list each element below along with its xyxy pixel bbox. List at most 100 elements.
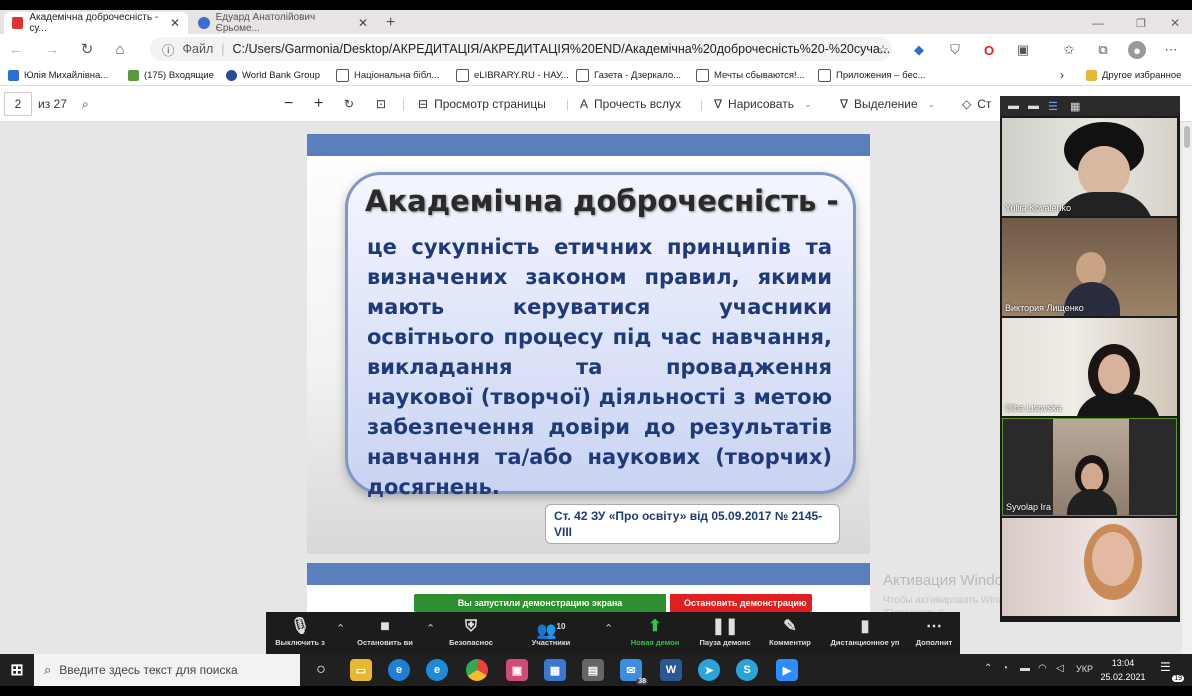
speaker-view-icon[interactable]: ▬ [1028, 100, 1039, 112]
participant-video[interactable]: Yuliia Kovalenko [1002, 118, 1177, 216]
sharing-status: Вы запустили демонстрацию экрана [414, 594, 666, 612]
more-menu-icon[interactable]: ⋯ [1162, 41, 1180, 59]
search-icon[interactable]: ⌕ [82, 95, 89, 113]
bookmark-item[interactable]: World Bank Group [226, 67, 320, 83]
bookmarks-overflow-icon[interactable]: › [1060, 67, 1064, 83]
annotate-button[interactable]: ✎ Комментир [760, 616, 820, 652]
minimize-icon[interactable]: — [1084, 12, 1108, 34]
slide-header-stripe [307, 134, 870, 156]
notifications-icon[interactable]: ☰ 19 [1160, 660, 1184, 682]
more-button[interactable]: ⋯ Дополнит [910, 616, 958, 652]
favorites-icon[interactable]: ✩ [1060, 41, 1078, 59]
participant-video[interactable]: Olha Lisovska [1002, 318, 1177, 416]
tab-title: Академічна доброчесність - су... [29, 12, 159, 34]
chevron-up-icon[interactable]: ⌃ [426, 622, 435, 635]
file-explorer-icon[interactable]: ▭ [350, 659, 372, 681]
read-aloud-button[interactable]: A Прочесть вслух [580, 95, 681, 113]
rotate-icon[interactable]: ↻ [344, 95, 354, 113]
task-view-icon[interactable]: ○ [310, 659, 332, 681]
remote-control-icon: ▮ [860, 618, 870, 635]
erase-button[interactable]: ◇ Ст [962, 95, 991, 113]
zoom-icon[interactable]: ▶ [776, 659, 798, 681]
calendar-icon[interactable]: ▦ [544, 659, 566, 681]
windows-start-icon[interactable]: ⊞ [6, 659, 28, 681]
participant-video[interactable]: Виктория Лищенко [1002, 218, 1177, 316]
participant-video[interactable]: Syvolap Ira [1002, 418, 1177, 516]
chrome-icon[interactable] [466, 659, 488, 681]
network-icon[interactable]: ◔ [1002, 663, 1008, 674]
close-icon[interactable]: ✕ [358, 16, 368, 30]
mute-button[interactable]: 🎙 Выключить з [270, 616, 330, 652]
pause-share-button[interactable]: ❚❚ Пауза демонс [692, 616, 758, 652]
page-number-input[interactable]: 2 [4, 92, 32, 116]
word-icon[interactable]: W [660, 659, 682, 681]
opera-icon[interactable]: O [980, 41, 998, 59]
url-field[interactable]: ⓘ Файл | C:/Users/Garmonia/Desktop/АКРЕД… [150, 37, 892, 61]
zoom-out-icon[interactable]: − [284, 95, 293, 113]
clock[interactable]: 13:04 25.02.2021 [1098, 656, 1148, 684]
participants-button[interactable]: 👥10 Участники [516, 616, 586, 652]
share-banner: Вы запустили демонстрацию экрана Останов… [414, 594, 814, 614]
close-icon[interactable]: ✕ [170, 16, 180, 30]
participant-video[interactable] [1002, 518, 1177, 616]
shield-extension-icon[interactable]: ⛉ [946, 41, 964, 59]
draw-button[interactable]: ∇ Нарисовать ⌄ [714, 95, 812, 113]
chevron-up-icon[interactable]: ⌃ [604, 622, 613, 635]
bookmark-item[interactable]: Приложения – бес... [818, 67, 925, 83]
minimize-icon[interactable]: ▬ [1008, 100, 1019, 112]
mail-icon[interactable]: ✉ 38 [620, 659, 648, 685]
bookmark-item[interactable]: Національна бібл... [336, 67, 439, 83]
collections-icon[interactable]: ⧉ [1094, 41, 1112, 59]
home-icon[interactable]: ⌂ [110, 40, 130, 58]
reload-icon[interactable]: ↻ [77, 40, 97, 58]
new-tab-button[interactable]: + [378, 12, 400, 34]
fit-page-icon[interactable]: ⊡ [376, 95, 386, 113]
stop-video-button[interactable]: ■ Остановить ви [350, 616, 420, 652]
volume-icon[interactable]: ◁ [1056, 663, 1064, 674]
reader-icon[interactable]: ▣ [1014, 41, 1032, 59]
stop-share-button[interactable]: Остановить демонстрацию [670, 594, 812, 612]
taskbar-search[interactable]: ⌕ Введите здесь текст для поиска [34, 654, 300, 686]
extension-icon[interactable]: ◆ [910, 41, 928, 59]
bookmark-folder-other[interactable]: Другое избранное [1086, 67, 1181, 83]
profile-avatar-icon[interactable]: ● [1128, 41, 1146, 59]
tab-title: Едуард Анатолійович Єрьоме... [215, 12, 316, 34]
bookmark-item[interactable]: Юлія Михайлівна... [8, 67, 108, 83]
battery-icon[interactable]: ▬ [1020, 663, 1030, 674]
gallery-view-icon[interactable]: ▦ [1070, 100, 1080, 113]
security-button[interactable]: ⛨ Безопаснос [438, 616, 504, 652]
scrollbar[interactable] [1182, 122, 1192, 654]
tab-pdf[interactable]: Академічна доброчесність - су... ✕ [4, 12, 188, 34]
tab-profile[interactable]: Едуард Анатолійович Єрьоме... ✕ [190, 12, 376, 34]
window-close-icon[interactable]: ✕ [1162, 12, 1186, 34]
page-view-button[interactable]: ⊟ Просмотр страницы [418, 95, 546, 113]
list-view-icon[interactable]: ☰ [1048, 100, 1058, 113]
skype-icon[interactable]: S [736, 659, 758, 681]
bookmark-item[interactable]: eLIBRARY.RU - НАУ... [456, 67, 569, 83]
chevron-down-icon[interactable]: ⌄ [1084, 604, 1094, 618]
forward-icon[interactable]: → [42, 40, 62, 58]
edge-icon[interactable]: e [388, 659, 410, 681]
remote-control-button[interactable]: ▮ Дистанционное уп [822, 616, 908, 652]
wifi-icon[interactable]: ◠ [1038, 663, 1047, 674]
slide-title: Академічна доброчесність - [365, 184, 839, 218]
zoom-in-icon[interactable]: + [314, 95, 323, 113]
bookmark-item[interactable]: Мечты сбываются!... [696, 67, 805, 83]
scrollbar-thumb[interactable] [1184, 126, 1190, 148]
notification-count: 19 [1172, 675, 1184, 682]
restore-icon[interactable]: ❐ [1128, 12, 1152, 34]
ie-icon[interactable]: e [426, 659, 448, 681]
bookmark-item[interactable]: Газета - Дзеркало... [576, 67, 681, 83]
language-indicator[interactable]: УКР [1076, 664, 1093, 674]
highlight-button[interactable]: ∇ Выделение ⌄ [840, 95, 935, 113]
back-icon[interactable]: ← [6, 40, 26, 58]
chevron-up-icon[interactable]: ⌃ [336, 622, 345, 635]
favorite-star-icon[interactable]: ☆ [874, 41, 892, 59]
tray-overflow-icon[interactable]: ⌃ [984, 663, 992, 674]
new-share-button[interactable]: ⬆ Новая демон [622, 616, 688, 652]
mail-badge: 38 [636, 678, 648, 685]
app-icon[interactable]: ▣ [506, 659, 528, 681]
telegram-icon[interactable]: ➤ [698, 659, 720, 681]
bookmark-item[interactable]: (175) Входящие [128, 67, 214, 83]
calculator-icon[interactable]: ▤ [582, 659, 604, 681]
